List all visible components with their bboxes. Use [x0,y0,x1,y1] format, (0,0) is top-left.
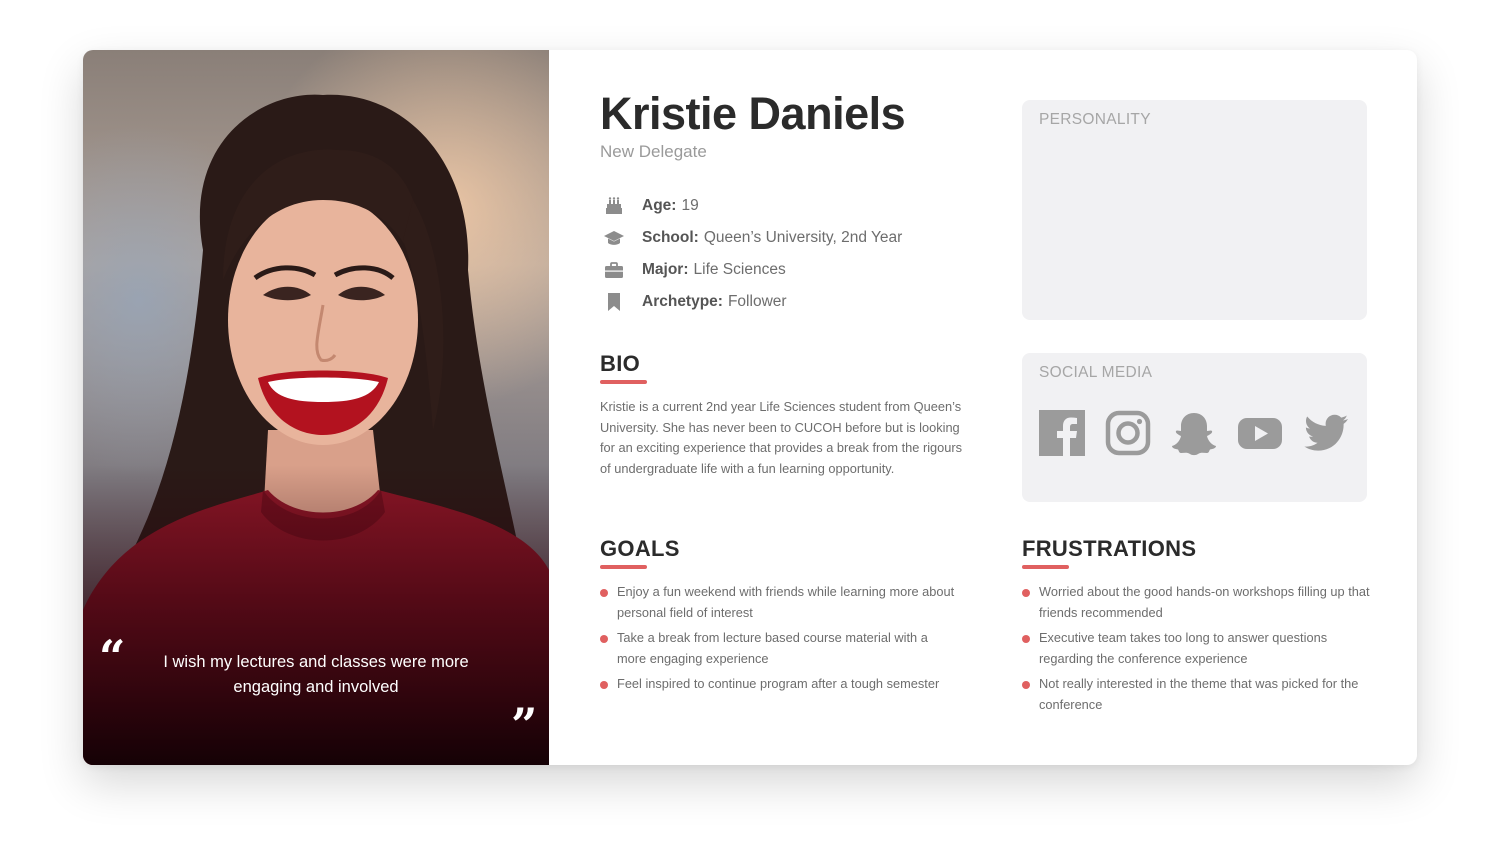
fact-value: 19 [681,197,699,214]
personality-panel: PERSONALITY [1022,100,1367,320]
frustrations-list: Worried about the good hands-on workshop… [1022,582,1377,721]
snapchat-icon[interactable] [1170,409,1218,457]
graduation-cap-icon [602,226,626,250]
personality-title: PERSONALITY [1039,111,1151,128]
goals-title: GOALS [600,536,680,561]
fact-school: School: Queen’s University, 2nd Year [602,226,1002,250]
persona-quote: I wish my lectures and classes were more… [163,653,469,696]
frustration-text: Executive team takes too long to answer … [1039,630,1328,666]
fact-major: Major: Life Sciences [602,258,1002,282]
quote-close-mark: ” [511,698,538,752]
goals-underline [600,565,647,569]
persona-card: “ I wish my lectures and classes were mo… [83,50,1417,765]
bio-underline [600,380,647,384]
fact-age: Age: 19 [602,194,1002,218]
bullet-dot [1022,635,1030,644]
fact-value: Follower [727,293,787,310]
frustrations-underline [1022,565,1069,569]
goal-text: Take a break from lecture based course m… [617,630,928,666]
facebook-icon[interactable] [1038,409,1086,457]
list-item: Executive team takes too long to answer … [1022,628,1377,669]
fact-label: Major: [642,261,689,278]
instagram-icon[interactable] [1104,409,1152,457]
bookmark-icon [602,290,626,314]
twitter-icon[interactable] [1302,409,1350,457]
bio-text: Kristie is a current 2nd year Life Scien… [600,399,963,476]
youtube-icon[interactable] [1236,409,1284,457]
bullet-dot [600,589,608,597]
frustration-text: Worried about the good hands-on workshop… [1039,584,1370,620]
list-item: Take a break from lecture based course m… [600,628,960,669]
bullet-dot [600,635,608,644]
persona-role: New Delegate [600,142,707,161]
list-item: Enjoy a fun weekend with friends while l… [600,582,960,623]
social-media-title: SOCIAL MEDIA [1039,364,1153,381]
social-icons [1038,409,1368,457]
persona-name: Kristie Daniels [600,88,906,139]
fact-label: Age: [642,197,677,214]
quote-open-mark: “ [99,630,126,684]
birthday-cake-icon [602,194,626,218]
social-media-panel: SOCIAL MEDIA [1022,353,1367,502]
bullet-dot [600,681,608,690]
frustration-text: Not really interested in the theme that … [1039,676,1359,712]
bullet-dot [1022,589,1030,597]
list-item: Feel inspired to continue program after … [600,674,960,695]
persona-photo: “ I wish my lectures and classes were mo… [83,50,549,765]
fact-value: Life Sciences [693,261,786,278]
fact-label: School: [642,229,699,246]
fact-value: Queen’s University, 2nd Year [703,229,903,246]
goal-text: Enjoy a fun weekend with friends while l… [617,584,955,620]
briefcase-icon [602,258,626,282]
list-item: Not really interested in the theme that … [1022,674,1377,715]
list-item: Worried about the good hands-on workshop… [1022,582,1377,623]
fact-label: Archetype: [642,293,723,310]
fact-archetype: Archetype: Follower [602,290,1002,314]
bullet-dot [1022,681,1030,690]
frustrations-title: FRUSTRATIONS [1022,536,1197,561]
goals-list: Enjoy a fun weekend with friends while l… [600,582,960,700]
photo-shade [83,465,549,765]
bio-title: BIO [600,351,641,376]
goal-text: Feel inspired to continue program after … [617,676,940,692]
